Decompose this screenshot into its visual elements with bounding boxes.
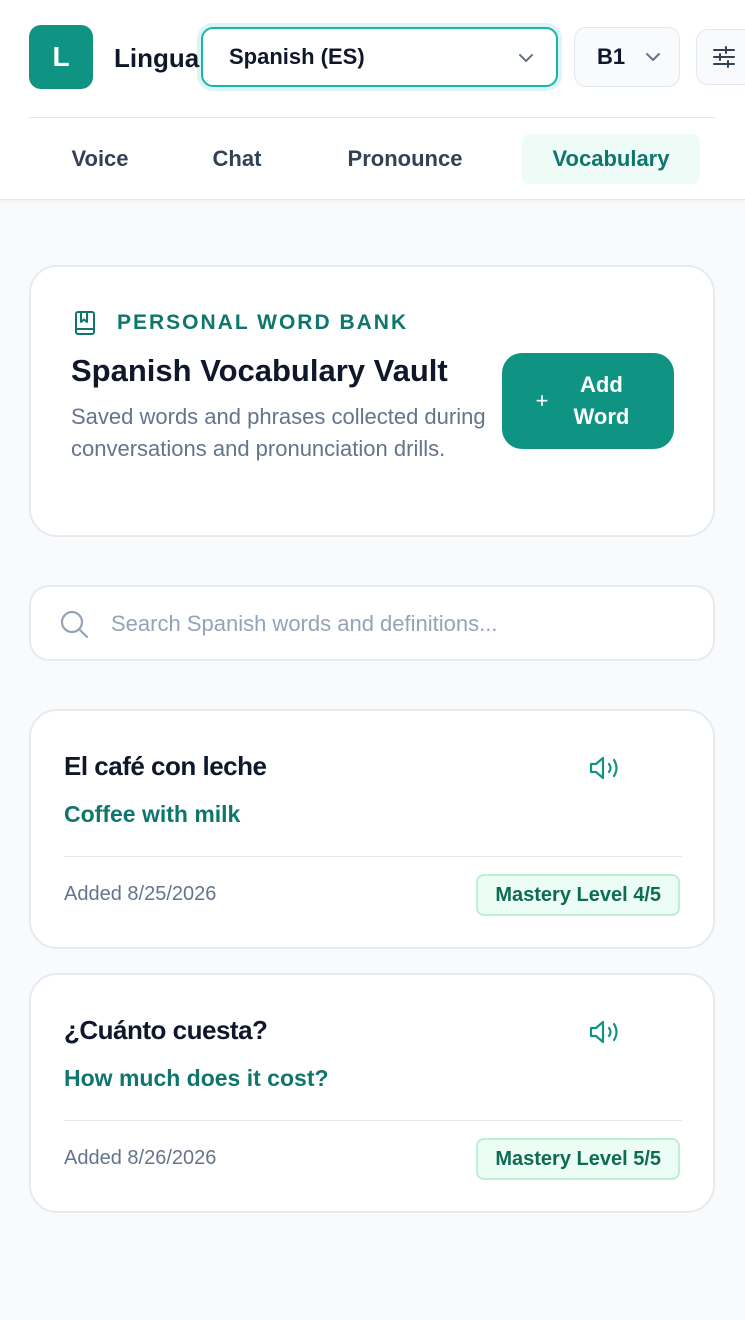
word-translation: How much does it cost? bbox=[64, 1065, 329, 1091]
tab-pronounce[interactable]: Pronounce bbox=[325, 134, 485, 184]
add-word-label: Add Word bbox=[573, 372, 630, 429]
word-term: El café con leche bbox=[64, 751, 267, 781]
add-word-button[interactable]: + Add Word bbox=[502, 353, 674, 449]
logo-letter: L bbox=[52, 41, 70, 72]
search-input[interactable] bbox=[111, 605, 691, 643]
search-bar bbox=[29, 585, 715, 661]
app-header: L Lingua Spanish (ES) B1 Voice Chat Pron… bbox=[0, 0, 745, 200]
word-card[interactable]: El café con leche Coffee with milk Added… bbox=[29, 709, 715, 949]
word-added-date: Added 8/26/2026 bbox=[64, 1147, 217, 1169]
bookmark-book-icon bbox=[75, 311, 95, 335]
hero-eyebrow-text: PERSONAL WORD BANK bbox=[117, 311, 409, 334]
level-select-value: B1 bbox=[597, 44, 626, 69]
speaker-icon[interactable] bbox=[588, 753, 624, 783]
mode-tabs: Voice Chat Pronounce Vocabulary bbox=[29, 134, 715, 184]
language-select-value: Spanish (ES) bbox=[229, 44, 365, 69]
word-term: ¿Cuánto cuesta? bbox=[64, 1015, 268, 1045]
mastery-badge: Mastery Level 4/5 bbox=[476, 874, 680, 916]
hero-description: Saved words and phrases collected during… bbox=[71, 404, 486, 461]
mastery-badge: Mastery Level 5/5 bbox=[476, 1138, 680, 1180]
speaker-icon[interactable] bbox=[588, 1017, 624, 1047]
sliders-icon bbox=[713, 46, 735, 68]
chevron-down-icon bbox=[519, 54, 533, 62]
settings-button[interactable] bbox=[696, 29, 745, 85]
word-translation: Coffee with milk bbox=[64, 801, 241, 827]
language-select[interactable]: Spanish (ES) bbox=[201, 27, 558, 87]
word-added-date: Added 8/25/2026 bbox=[64, 883, 217, 905]
word-card[interactable]: ¿Cuánto cuesta? How much does it cost? A… bbox=[29, 973, 715, 1213]
tab-chat[interactable]: Chat bbox=[187, 134, 287, 184]
chevron-down-icon bbox=[646, 53, 660, 61]
card-divider bbox=[64, 1120, 682, 1121]
tab-vocabulary[interactable]: Vocabulary bbox=[522, 134, 700, 184]
search-icon bbox=[60, 610, 89, 639]
hero-eyebrow: PERSONAL WORD BANK bbox=[73, 310, 408, 336]
hero-title: Spanish Vocabulary Vault bbox=[71, 353, 448, 388]
card-divider bbox=[64, 856, 682, 857]
header-divider bbox=[29, 117, 715, 118]
plus-icon: + bbox=[535, 388, 549, 413]
tab-voice[interactable]: Voice bbox=[45, 134, 155, 184]
app-logo[interactable]: L bbox=[29, 25, 93, 89]
word-bank-hero-card: PERSONAL WORD BANK Spanish Vocabulary Va… bbox=[29, 265, 715, 537]
brand-name: Lingua bbox=[114, 43, 200, 73]
level-select[interactable]: B1 bbox=[574, 27, 680, 87]
